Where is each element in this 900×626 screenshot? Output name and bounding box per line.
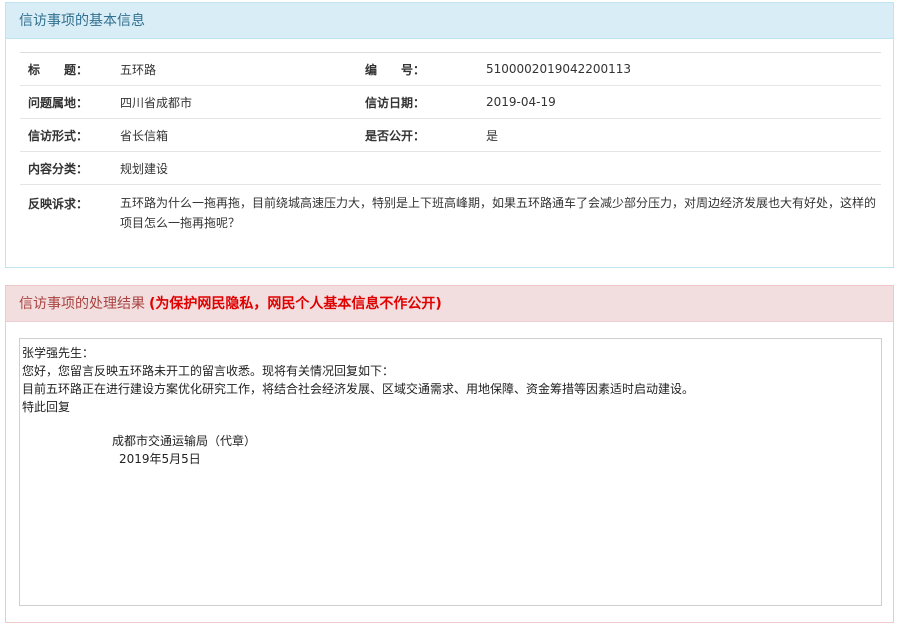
reply-signature: 成都市交通运输局（代章） bbox=[112, 434, 257, 448]
title-label: 标 题： bbox=[28, 62, 89, 77]
table-row: 内容分类： 规划建设 bbox=[20, 151, 881, 185]
reply-salutation: 张学强先生： bbox=[22, 346, 95, 360]
result-header: 信访事项的处理结果 (为保护网民隐私，网民个人基本信息不作公开) bbox=[6, 286, 893, 322]
number-value: 5100002019042200113 bbox=[486, 62, 632, 76]
table-row: 标 题： 五环路 编 号： 5100002019042200113 bbox=[20, 52, 881, 86]
location-value: 四川省成都市 bbox=[120, 95, 193, 110]
table-row: 反映诉求： 五环路为什么一拖再拖，目前绕城高速压力大，特别是上下班高峰期，如果五… bbox=[20, 184, 881, 264]
appeal-label: 反映诉求： bbox=[28, 197, 89, 211]
privacy-notice: (为保护网民隐私，网民个人基本信息不作公开) bbox=[149, 296, 442, 312]
reply-content-box: 张学强先生： 您好，您留言反映五环路未开工的留言收悉。现将有关情况回复如下： 目… bbox=[19, 338, 882, 606]
result-panel: 信访事项的处理结果 (为保护网民隐私，网民个人基本信息不作公开) 张学强先生： 您… bbox=[5, 285, 894, 623]
form-value: 省长信箱 bbox=[120, 128, 169, 143]
title-value: 五环路 bbox=[120, 62, 157, 77]
public-label: 是否公开： bbox=[365, 128, 426, 143]
date-value: 2019-04-19 bbox=[486, 95, 556, 109]
location-label: 问题属地： bbox=[28, 95, 89, 110]
basic-info-panel: 信访事项的基本信息 标 题： 五环路 编 号： 5100002019042200… bbox=[5, 2, 894, 268]
appeal-value: 五环路为什么一拖再拖，目前绕城高速压力大，特别是上下班高峰期，如果五环路通车了会… bbox=[120, 196, 877, 230]
number-label: 编 号： bbox=[365, 62, 426, 77]
form-label: 信访形式： bbox=[28, 128, 89, 143]
basic-info-header: 信访事项的基本信息 bbox=[6, 3, 893, 39]
result-header-title: 信访事项的处理结果 bbox=[19, 296, 145, 312]
table-row: 问题属地： 四川省成都市 信访日期： 2019-04-19 bbox=[20, 85, 881, 119]
category-label: 内容分类： bbox=[28, 161, 89, 176]
reply-date: 2019年5月5日 bbox=[119, 452, 201, 466]
reply-line-1: 您好，您留言反映五环路未开工的留言收悉。现将有关情况回复如下： bbox=[22, 364, 395, 378]
reply-line-2: 目前五环路正在进行建设方案优化研究工作，将结合社会经济发展、区域交通需求、用地保… bbox=[22, 382, 695, 396]
category-value: 规划建设 bbox=[120, 161, 169, 176]
date-label: 信访日期： bbox=[365, 95, 426, 110]
reply-line-3: 特此回复 bbox=[22, 400, 71, 414]
public-value: 是 bbox=[486, 128, 499, 143]
basic-info-table: 标 题： 五环路 编 号： 5100002019042200113 问题属地： … bbox=[20, 52, 881, 263]
table-row: 信访形式： 省长信箱 是否公开： 是 bbox=[20, 118, 881, 152]
